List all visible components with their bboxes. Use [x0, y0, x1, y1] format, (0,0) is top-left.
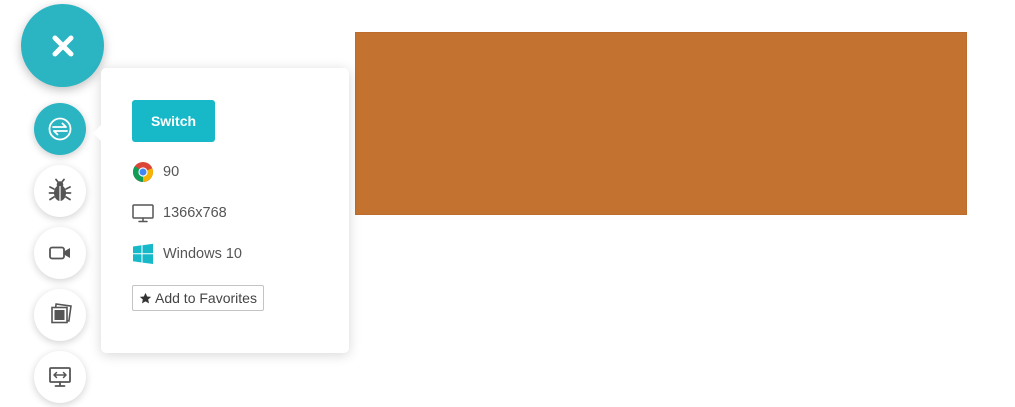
close-icon	[52, 35, 73, 56]
browser-version: 90	[163, 164, 180, 180]
record-video-button[interactable]	[34, 227, 86, 279]
switch-session-button[interactable]	[34, 103, 86, 155]
browser-row: 90	[132, 160, 179, 184]
bug-report-button[interactable]	[34, 165, 86, 217]
monitor-icon	[132, 202, 154, 224]
screenshots-button[interactable]	[34, 289, 86, 341]
content-color-block	[355, 32, 967, 215]
resolution-button[interactable]	[34, 351, 86, 403]
bug-icon	[48, 178, 72, 201]
gallery-icon	[51, 303, 72, 324]
operating-system: Windows 10	[163, 246, 242, 262]
windows-icon	[132, 243, 154, 265]
switch-button[interactable]: Switch	[132, 100, 215, 142]
close-menu-button[interactable]	[21, 4, 104, 87]
monitor-resize-icon	[49, 367, 71, 387]
switch-arrows-icon	[48, 117, 72, 141]
star-icon	[139, 292, 152, 303]
session-info-popover: Switch 90 1366x768 Windows 10 Add to Fav…	[93, 68, 349, 353]
app-stage: Switch 90 1366x768 Windows 10 Add to Fav…	[0, 0, 1015, 407]
add-to-favorites-button[interactable]: Add to Favorites	[132, 285, 264, 311]
os-row: Windows 10	[132, 242, 242, 266]
add-to-favorites-label: Add to Favorites	[155, 290, 257, 306]
resolution-row: 1366x768	[132, 201, 227, 225]
video-camera-icon	[49, 246, 70, 260]
chrome-icon	[132, 161, 154, 183]
screen-resolution: 1366x768	[163, 205, 227, 221]
